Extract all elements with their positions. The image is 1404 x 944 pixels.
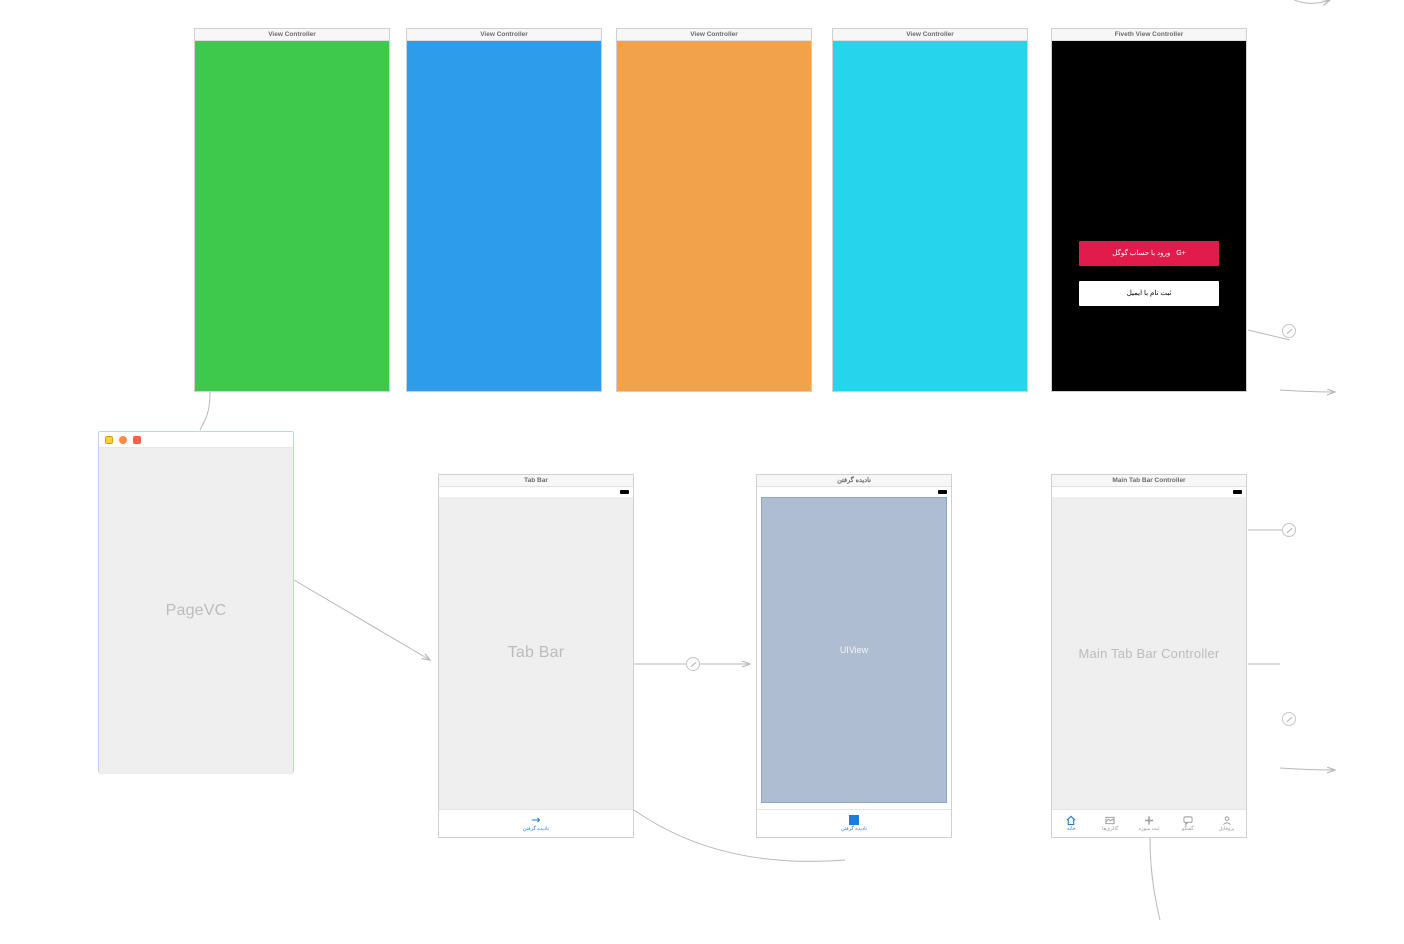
view-controller-cyan[interactable]: View Controller	[832, 28, 1028, 392]
tab-label: ثبت سوژه	[1138, 826, 1159, 832]
segue-badge	[686, 657, 700, 671]
tab-bar: نادیده گرفتن	[757, 809, 951, 837]
tab-label: گالری‌ها	[1102, 826, 1118, 832]
segue-badge	[1282, 712, 1296, 726]
screen-body: PageVC	[99, 448, 293, 774]
scene-title: View Controller	[407, 29, 601, 41]
placeholder-label: Main Tab Bar Controller	[1079, 646, 1220, 661]
tab-item-home[interactable]: خانه	[1052, 815, 1091, 832]
arrow-right-icon	[531, 815, 541, 825]
segue-badge	[1282, 523, 1296, 537]
scene-title: نادیده گرفتن	[757, 475, 951, 487]
status-bar	[439, 487, 633, 497]
fiveth-view-controller[interactable]: Fiveth View Controller ورود با حساب گوگل…	[1051, 28, 1247, 392]
first-responder-icon[interactable]	[105, 436, 113, 444]
tab-label: پروفایل	[1219, 826, 1235, 832]
uiview-label: UIView	[840, 645, 868, 655]
google-plus-icon: G+	[1176, 250, 1186, 257]
tab-label: گفتگو	[1182, 826, 1194, 832]
tab-label: نادیده گرفتن	[523, 826, 549, 832]
screen-body: ورود با حساب گوگل G+ ثبت نام با ایمیل	[1052, 41, 1246, 391]
scene-title: Tab Bar	[439, 475, 633, 487]
exit-icon[interactable]	[119, 436, 127, 444]
scene-title: View Controller	[617, 29, 811, 41]
view-controller-orange[interactable]: View Controller	[616, 28, 812, 392]
tab-item-galleries[interactable]: گالری‌ها	[1091, 815, 1130, 832]
scene-title: Fiveth View Controller	[1052, 29, 1246, 41]
google-login-label: ورود با حساب گوگل	[1112, 250, 1170, 257]
tab-item-profile[interactable]: پروفایل	[1207, 815, 1246, 832]
segue-badge	[1282, 324, 1296, 338]
plus-icon	[1144, 815, 1154, 825]
chat-icon	[1183, 815, 1193, 825]
screen-body	[195, 41, 389, 391]
gallery-icon	[1105, 815, 1115, 825]
square-icon	[849, 815, 859, 825]
screen-body: Tab Bar	[439, 497, 633, 809]
tab-bar: خانه گالری‌ها ثبت سوژه گفتگو	[1052, 809, 1246, 837]
screen-body	[407, 41, 601, 391]
scene-title: Main Tab Bar Controller	[1052, 475, 1246, 487]
tab-item-add[interactable]: ثبت سوژه	[1130, 815, 1169, 832]
placeholder-label: PageVC	[166, 602, 227, 620]
view-controller-green[interactable]: View Controller	[194, 28, 390, 392]
screen-body: UIView	[757, 497, 951, 809]
tab-item-skip[interactable]: نادیده گرفتن	[439, 815, 633, 832]
battery-icon	[620, 490, 629, 494]
pagevc-scene[interactable]: PageVC	[98, 431, 294, 773]
tab-item-skip[interactable]: نادیده گرفتن	[757, 815, 951, 832]
home-icon	[1066, 815, 1076, 825]
email-signup-button[interactable]: ثبت نام با ایمیل	[1079, 281, 1219, 306]
scene-title: View Controller	[833, 29, 1027, 41]
tab-bar-scene[interactable]: Tab Bar Tab Bar نادیده گرفتن	[438, 474, 634, 838]
screen-body	[833, 41, 1027, 391]
google-login-button[interactable]: ورود با حساب گوگل G+	[1079, 241, 1219, 266]
status-bar	[1052, 487, 1246, 497]
email-signup-label: ثبت نام با ایمیل	[1127, 290, 1172, 297]
screen-body	[617, 41, 811, 391]
battery-icon	[1233, 490, 1242, 494]
uiview-container[interactable]: UIView	[761, 497, 947, 803]
status-bar	[757, 487, 951, 497]
main-tab-bar-controller-scene[interactable]: Main Tab Bar Controller Main Tab Bar Con…	[1051, 474, 1247, 838]
tab-label: نادیده گرفتن	[841, 826, 867, 832]
placeholder-label: Tab Bar	[508, 644, 565, 662]
view-controller-icon[interactable]	[133, 436, 141, 444]
view-controller-blue[interactable]: View Controller	[406, 28, 602, 392]
profile-icon	[1222, 815, 1232, 825]
screen-body: Main Tab Bar Controller	[1052, 497, 1246, 809]
scene-header-dock	[99, 432, 293, 448]
tab-item-chat[interactable]: گفتگو	[1168, 815, 1207, 832]
uiview-scene[interactable]: نادیده گرفتن UIView نادیده گرفتن	[756, 474, 952, 838]
scene-title: View Controller	[195, 29, 389, 41]
battery-icon	[938, 490, 947, 494]
tab-bar: نادیده گرفتن	[439, 809, 633, 837]
tab-label: خانه	[1067, 826, 1076, 832]
